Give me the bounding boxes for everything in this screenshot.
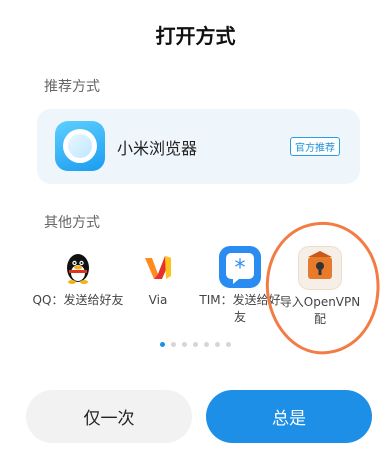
mi-browser-icon bbox=[55, 121, 105, 171]
app-label-via: Via bbox=[148, 293, 168, 307]
app-option-via[interactable]: Via bbox=[112, 246, 204, 309]
page-indicator bbox=[0, 342, 391, 347]
always-button[interactable]: 总是 bbox=[206, 390, 372, 443]
app-label-qq: QQ：发送给好友 bbox=[32, 293, 124, 307]
qq-penguin-icon bbox=[57, 246, 99, 288]
official-recommend-badge: 官方推荐 bbox=[290, 137, 340, 156]
page-dot bbox=[204, 342, 209, 347]
page-dot bbox=[171, 342, 176, 347]
just-once-button[interactable]: 仅一次 bbox=[26, 390, 192, 443]
recommended-section-label: 推荐方式 bbox=[44, 79, 100, 95]
page-dot bbox=[215, 342, 220, 347]
tim-star-icon: * bbox=[219, 246, 261, 288]
page-dot bbox=[160, 342, 165, 347]
app-option-qq[interactable]: QQ：发送给好友 bbox=[32, 246, 124, 309]
page-dot bbox=[193, 342, 198, 347]
page-dot bbox=[226, 342, 231, 347]
other-section-label: 其他方式 bbox=[44, 215, 100, 231]
page-dot bbox=[182, 342, 187, 347]
via-browser-icon bbox=[137, 246, 179, 288]
dialog-title: 打开方式 bbox=[155, 24, 236, 48]
red-circle-annotation bbox=[257, 214, 389, 362]
recommended-app-name: 小米浏览器 bbox=[117, 139, 198, 158]
svg-text:*: * bbox=[235, 256, 246, 281]
recommended-app-card[interactable]: 小米浏览器 官方推荐 bbox=[37, 109, 360, 184]
